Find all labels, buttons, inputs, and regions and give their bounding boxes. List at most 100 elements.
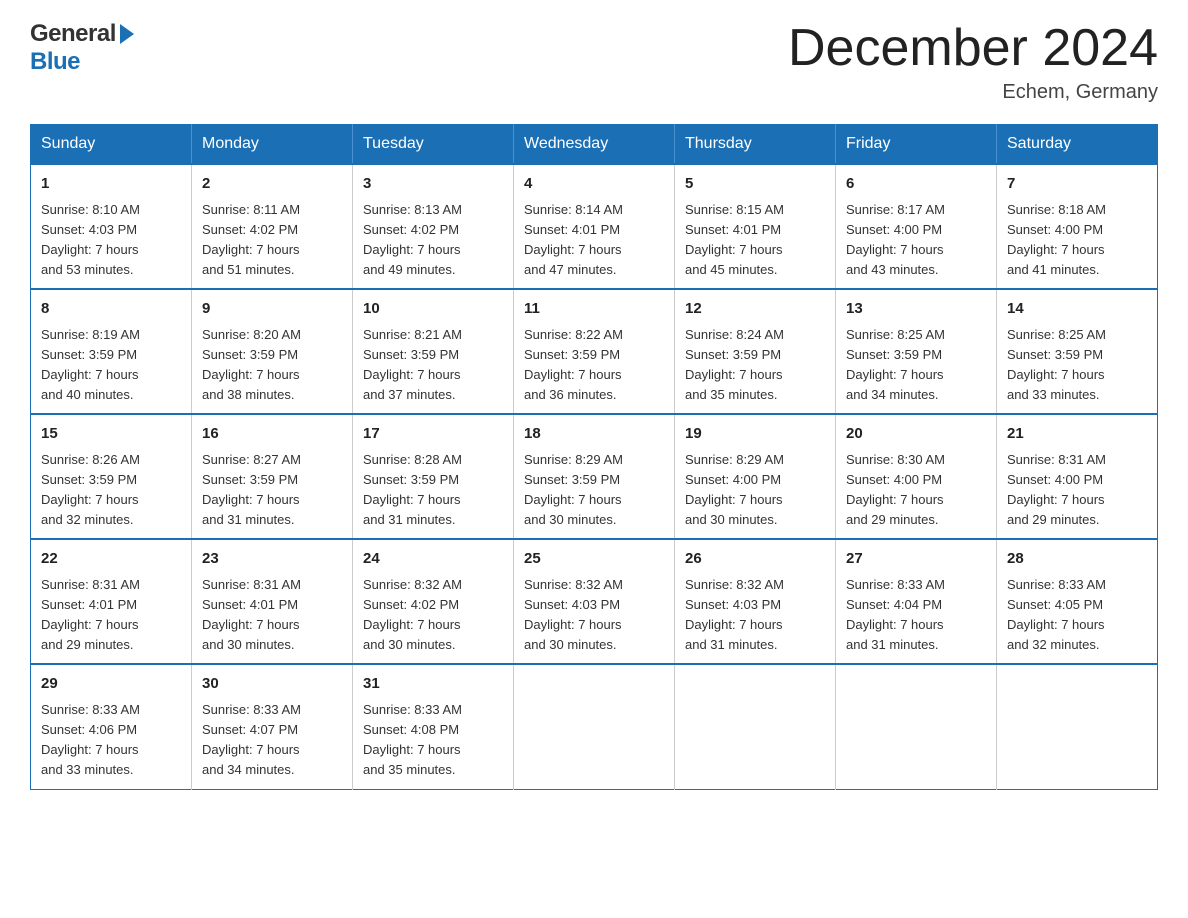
day-number: 9 (202, 298, 342, 321)
day-info: Sunrise: 8:33 AMSunset: 4:07 PMDaylight:… (202, 702, 301, 777)
calendar-day-cell: 17 Sunrise: 8:28 AMSunset: 3:59 PMDaylig… (353, 414, 514, 539)
calendar-day-cell: 12 Sunrise: 8:24 AMSunset: 3:59 PMDaylig… (675, 289, 836, 414)
calendar-day-cell: 8 Sunrise: 8:19 AMSunset: 3:59 PMDayligh… (31, 289, 192, 414)
day-number: 18 (524, 423, 664, 446)
day-info: Sunrise: 8:32 AMSunset: 4:02 PMDaylight:… (363, 577, 462, 652)
header-friday: Friday (836, 125, 997, 165)
day-number: 31 (363, 673, 503, 696)
header-sunday: Sunday (31, 125, 192, 165)
calendar-week-row: 15 Sunrise: 8:26 AMSunset: 3:59 PMDaylig… (31, 414, 1158, 539)
day-info: Sunrise: 8:32 AMSunset: 4:03 PMDaylight:… (685, 577, 784, 652)
day-number: 14 (1007, 298, 1147, 321)
day-number: 10 (363, 298, 503, 321)
day-info: Sunrise: 8:13 AMSunset: 4:02 PMDaylight:… (363, 202, 462, 277)
calendar-day-cell: 30 Sunrise: 8:33 AMSunset: 4:07 PMDaylig… (192, 664, 353, 789)
day-number: 2 (202, 173, 342, 196)
calendar-day-cell: 10 Sunrise: 8:21 AMSunset: 3:59 PMDaylig… (353, 289, 514, 414)
header-monday: Monday (192, 125, 353, 165)
calendar-day-cell: 4 Sunrise: 8:14 AMSunset: 4:01 PMDayligh… (514, 164, 675, 289)
day-info: Sunrise: 8:19 AMSunset: 3:59 PMDaylight:… (41, 327, 140, 402)
header-thursday: Thursday (675, 125, 836, 165)
calendar-empty-cell (514, 664, 675, 789)
header-wednesday: Wednesday (514, 125, 675, 165)
day-info: Sunrise: 8:27 AMSunset: 3:59 PMDaylight:… (202, 452, 301, 527)
day-info: Sunrise: 8:31 AMSunset: 4:00 PMDaylight:… (1007, 452, 1106, 527)
day-info: Sunrise: 8:31 AMSunset: 4:01 PMDaylight:… (41, 577, 140, 652)
day-info: Sunrise: 8:20 AMSunset: 3:59 PMDaylight:… (202, 327, 301, 402)
day-info: Sunrise: 8:17 AMSunset: 4:00 PMDaylight:… (846, 202, 945, 277)
calendar-day-cell: 20 Sunrise: 8:30 AMSunset: 4:00 PMDaylig… (836, 414, 997, 539)
day-info: Sunrise: 8:25 AMSunset: 3:59 PMDaylight:… (846, 327, 945, 402)
calendar-empty-cell (675, 664, 836, 789)
calendar-day-cell: 31 Sunrise: 8:33 AMSunset: 4:08 PMDaylig… (353, 664, 514, 789)
day-number: 13 (846, 298, 986, 321)
day-info: Sunrise: 8:33 AMSunset: 4:04 PMDaylight:… (846, 577, 945, 652)
calendar-day-cell: 27 Sunrise: 8:33 AMSunset: 4:04 PMDaylig… (836, 539, 997, 664)
calendar-day-cell: 22 Sunrise: 8:31 AMSunset: 4:01 PMDaylig… (31, 539, 192, 664)
calendar-day-cell: 21 Sunrise: 8:31 AMSunset: 4:00 PMDaylig… (997, 414, 1158, 539)
calendar-empty-cell (836, 664, 997, 789)
day-info: Sunrise: 8:29 AMSunset: 4:00 PMDaylight:… (685, 452, 784, 527)
day-number: 5 (685, 173, 825, 196)
day-number: 11 (524, 298, 664, 321)
calendar-table: SundayMondayTuesdayWednesdayThursdayFrid… (30, 124, 1158, 789)
day-number: 3 (363, 173, 503, 196)
day-number: 27 (846, 548, 986, 571)
calendar-week-row: 22 Sunrise: 8:31 AMSunset: 4:01 PMDaylig… (31, 539, 1158, 664)
day-number: 29 (41, 673, 181, 696)
day-number: 20 (846, 423, 986, 446)
calendar-day-cell: 14 Sunrise: 8:25 AMSunset: 3:59 PMDaylig… (997, 289, 1158, 414)
logo: General Blue (30, 20, 134, 76)
day-info: Sunrise: 8:15 AMSunset: 4:01 PMDaylight:… (685, 202, 784, 277)
day-number: 7 (1007, 173, 1147, 196)
day-info: Sunrise: 8:29 AMSunset: 3:59 PMDaylight:… (524, 452, 623, 527)
calendar-day-cell: 28 Sunrise: 8:33 AMSunset: 4:05 PMDaylig… (997, 539, 1158, 664)
calendar-day-cell: 5 Sunrise: 8:15 AMSunset: 4:01 PMDayligh… (675, 164, 836, 289)
day-info: Sunrise: 8:30 AMSunset: 4:00 PMDaylight:… (846, 452, 945, 527)
day-info: Sunrise: 8:28 AMSunset: 3:59 PMDaylight:… (363, 452, 462, 527)
day-number: 25 (524, 548, 664, 571)
calendar-day-cell: 7 Sunrise: 8:18 AMSunset: 4:00 PMDayligh… (997, 164, 1158, 289)
day-info: Sunrise: 8:18 AMSunset: 4:00 PMDaylight:… (1007, 202, 1106, 277)
day-info: Sunrise: 8:26 AMSunset: 3:59 PMDaylight:… (41, 452, 140, 527)
day-info: Sunrise: 8:31 AMSunset: 4:01 PMDaylight:… (202, 577, 301, 652)
day-info: Sunrise: 8:33 AMSunset: 4:08 PMDaylight:… (363, 702, 462, 777)
day-info: Sunrise: 8:14 AMSunset: 4:01 PMDaylight:… (524, 202, 623, 277)
calendar-empty-cell (997, 664, 1158, 789)
day-number: 23 (202, 548, 342, 571)
day-number: 8 (41, 298, 181, 321)
calendar-day-cell: 9 Sunrise: 8:20 AMSunset: 3:59 PMDayligh… (192, 289, 353, 414)
calendar-day-cell: 24 Sunrise: 8:32 AMSunset: 4:02 PMDaylig… (353, 539, 514, 664)
calendar-day-cell: 26 Sunrise: 8:32 AMSunset: 4:03 PMDaylig… (675, 539, 836, 664)
day-number: 21 (1007, 423, 1147, 446)
day-info: Sunrise: 8:33 AMSunset: 4:06 PMDaylight:… (41, 702, 140, 777)
day-info: Sunrise: 8:32 AMSunset: 4:03 PMDaylight:… (524, 577, 623, 652)
logo-general-text: General (30, 20, 116, 48)
month-title: December 2024 (788, 20, 1158, 77)
calendar-day-cell: 1 Sunrise: 8:10 AMSunset: 4:03 PMDayligh… (31, 164, 192, 289)
header-tuesday: Tuesday (353, 125, 514, 165)
calendar-day-cell: 19 Sunrise: 8:29 AMSunset: 4:00 PMDaylig… (675, 414, 836, 539)
calendar-day-cell: 3 Sunrise: 8:13 AMSunset: 4:02 PMDayligh… (353, 164, 514, 289)
logo-blue-text: Blue (30, 48, 80, 76)
day-number: 19 (685, 423, 825, 446)
day-number: 1 (41, 173, 181, 196)
calendar-day-cell: 11 Sunrise: 8:22 AMSunset: 3:59 PMDaylig… (514, 289, 675, 414)
day-info: Sunrise: 8:24 AMSunset: 3:59 PMDaylight:… (685, 327, 784, 402)
logo-arrow-icon (120, 24, 134, 44)
day-number: 26 (685, 548, 825, 571)
day-number: 28 (1007, 548, 1147, 571)
day-info: Sunrise: 8:11 AMSunset: 4:02 PMDaylight:… (202, 202, 300, 277)
title-block: December 2024 Echem, Germany (788, 20, 1158, 104)
calendar-day-cell: 23 Sunrise: 8:31 AMSunset: 4:01 PMDaylig… (192, 539, 353, 664)
day-number: 12 (685, 298, 825, 321)
day-number: 15 (41, 423, 181, 446)
calendar-day-cell: 6 Sunrise: 8:17 AMSunset: 4:00 PMDayligh… (836, 164, 997, 289)
day-number: 24 (363, 548, 503, 571)
calendar-day-cell: 29 Sunrise: 8:33 AMSunset: 4:06 PMDaylig… (31, 664, 192, 789)
calendar-header-row: SundayMondayTuesdayWednesdayThursdayFrid… (31, 125, 1158, 165)
location-text: Echem, Germany (788, 81, 1158, 104)
calendar-day-cell: 16 Sunrise: 8:27 AMSunset: 3:59 PMDaylig… (192, 414, 353, 539)
day-info: Sunrise: 8:10 AMSunset: 4:03 PMDaylight:… (41, 202, 140, 277)
day-info: Sunrise: 8:25 AMSunset: 3:59 PMDaylight:… (1007, 327, 1106, 402)
